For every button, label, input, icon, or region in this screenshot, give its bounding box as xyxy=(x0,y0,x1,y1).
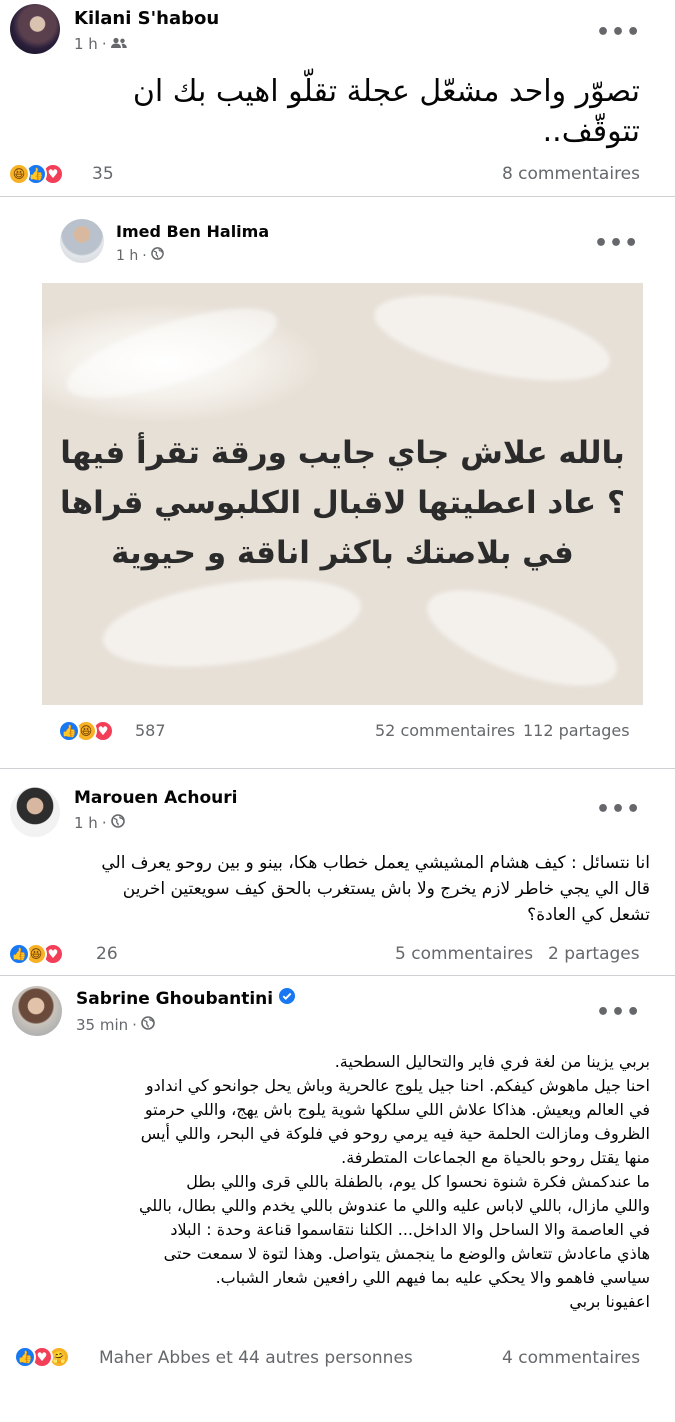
post-text-line: منها يقتل روحو بالحياة مع الجماعات المتط… xyxy=(341,1148,650,1167)
like-reaction-icon: 👍 xyxy=(58,720,80,742)
reactions[interactable]: 👍 😆 ♥ xyxy=(58,720,114,742)
divider xyxy=(0,196,675,197)
post-meta: 1 h · xyxy=(74,35,127,53)
post-time[interactable]: 35 min xyxy=(76,1016,128,1034)
image-text-line: ؟ عاد اعطيتها لاقبال الكلبوسي قراها xyxy=(60,485,625,521)
comments-count[interactable]: 4 commentaires xyxy=(502,1348,640,1368)
reaction-count[interactable]: 35 xyxy=(92,164,114,184)
post-text-line: في العالم ويعيش. هذاكا علاش اللي سلكها ش… xyxy=(144,1100,650,1119)
post-text-line: سياسي فاهمو والا يحكي عليه بما فيهم اللي… xyxy=(215,1268,650,1287)
post-text-line: ما عندكمش فكرة شنوة نحسوا كل يوم، بالطفل… xyxy=(186,1172,650,1191)
post-meta: 1 h · xyxy=(74,814,125,832)
post-kilani: Kilani S'habou 1 h · ••• تصوّر واحد مشعّ… xyxy=(0,0,675,195)
yarn-texture xyxy=(58,290,286,416)
globe-icon xyxy=(141,1016,155,1034)
verified-badge-icon xyxy=(279,988,296,1009)
author-name[interactable]: Imed Ben Halima xyxy=(116,222,269,241)
comments-count[interactable]: 5 commentaires xyxy=(395,944,533,964)
post-imed: Imed Ben Halima 1 h · ••• بالله علاش جاي… xyxy=(0,205,675,760)
post-meta: 1 h · xyxy=(116,247,164,264)
post-text-line: واللي مازال، باللي لاباس عليه واللي ما ع… xyxy=(138,1196,650,1215)
friends-icon xyxy=(110,35,127,53)
reactions[interactable]: 👍 😆 ♥ xyxy=(8,943,64,965)
divider xyxy=(0,975,675,976)
author-name: Sabrine Ghoubantini xyxy=(76,988,296,1009)
avatar[interactable] xyxy=(10,4,60,54)
post-text-line: الظروف ومازالت الحلمة حية فيه يرمي روحو … xyxy=(140,1124,650,1143)
post-text-line: قال الي يجي خاطر لازم يخرج ولا باش يستغر… xyxy=(122,879,650,899)
post-text-line: انا نتسائل : كيف هشام المشيشي يعمل خطاب … xyxy=(101,853,650,873)
globe-icon xyxy=(110,814,125,832)
separator-dot: · xyxy=(132,1016,137,1034)
more-options-icon[interactable]: ••• xyxy=(594,233,639,255)
avatar[interactable] xyxy=(12,986,62,1036)
post-meta: 35 min · xyxy=(76,1016,155,1034)
separator-dot: · xyxy=(101,35,107,53)
reaction-count[interactable]: 26 xyxy=(96,944,118,964)
separator-dot: · xyxy=(142,247,147,264)
comments-count[interactable]: 52 commentaires xyxy=(375,721,515,740)
author-name[interactable]: Marouen Achouri xyxy=(74,788,237,808)
separator-dot: · xyxy=(101,814,107,832)
shares-count[interactable]: 2 partages xyxy=(548,944,640,964)
post-text-line: احنا جيل ماهوش كيفكم. احنا جيل يلوج عالح… xyxy=(145,1076,650,1095)
post-time[interactable]: 1 h xyxy=(74,35,98,53)
post-text-line: هاذي ماعادش تتعاش والوضع ما ينجمش يتواصل… xyxy=(163,1244,650,1263)
post-text-line: بربي يزينا من لغة فري فاير والتحاليل الس… xyxy=(334,1052,650,1071)
image-text-line: في بلاصتك باكثر اناقة و حيوية xyxy=(111,535,574,571)
post-time[interactable]: 1 h xyxy=(74,814,98,832)
reaction-count[interactable]: 587 xyxy=(135,721,166,740)
post-time[interactable]: 1 h xyxy=(116,248,138,264)
yarn-texture xyxy=(416,570,628,705)
shares-count[interactable]: 112 partages xyxy=(523,721,630,740)
post-image[interactable]: بالله علاش جاي جايب ورقة تقرأ فيها ؟ عاد… xyxy=(42,283,643,705)
post-text-line: تشعل كي العادة؟ xyxy=(527,905,650,925)
globe-icon xyxy=(150,247,164,264)
post-text-line: في العاصمة والا الساحل والا الداخل... ال… xyxy=(170,1220,650,1239)
like-reaction-icon: 👍 xyxy=(8,943,30,965)
reactors-summary[interactable]: Maher Abbes et 44 autres personnes xyxy=(99,1348,413,1368)
post-text-line: اعفيونا بربي xyxy=(569,1292,650,1311)
author-name[interactable]: Kilani S'habou xyxy=(74,8,219,29)
like-reaction-icon: 👍 xyxy=(14,1346,36,1368)
reactions[interactable]: 😆 👍 ♥ xyxy=(8,163,64,185)
author-name-text[interactable]: Sabrine Ghoubantini xyxy=(76,989,273,1009)
image-text-line: بالله علاش جاي جايب ورقة تقرأ فيها xyxy=(60,435,625,471)
post-text: تصوّر واحد مشعّل عجلة تقلّو اهيب بك ان ت… xyxy=(132,74,640,149)
avatar[interactable] xyxy=(60,219,104,263)
post-marouen: Marouen Achouri 1 h · ••• انا نتسائل : ك… xyxy=(0,775,675,975)
divider xyxy=(0,768,675,769)
more-options-icon[interactable]: ••• xyxy=(596,22,641,44)
avatar[interactable] xyxy=(10,787,60,837)
more-options-icon[interactable]: ••• xyxy=(596,1002,641,1024)
reactions[interactable]: 👍 ♥ 🤗 xyxy=(14,1346,70,1368)
comments-count[interactable]: 8 commentaires xyxy=(502,164,640,184)
haha-reaction-icon: 😆 xyxy=(8,163,30,185)
yarn-texture xyxy=(367,283,617,398)
post-sabrine: Sabrine Ghoubantini 35 min · ••• بربي يز… xyxy=(0,980,675,1420)
yarn-texture xyxy=(97,565,367,681)
more-options-icon[interactable]: ••• xyxy=(596,799,641,821)
